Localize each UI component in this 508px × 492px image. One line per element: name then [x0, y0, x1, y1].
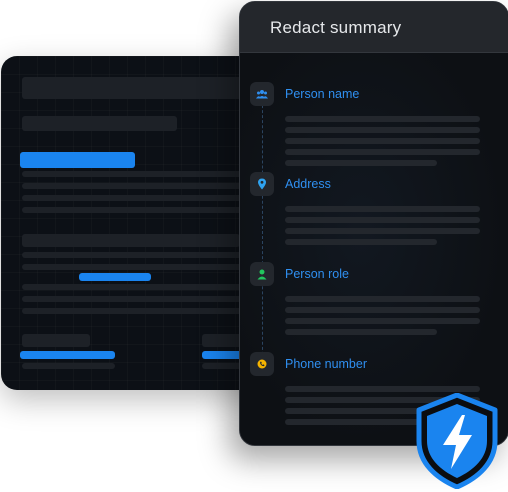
panel-body: Person name Address Person role Phone nu…: [240, 53, 508, 445]
document-text-line: [22, 195, 257, 201]
placeholder-line: [285, 206, 480, 212]
placeholder-line: [285, 296, 480, 302]
placeholder-line: [285, 160, 437, 166]
placeholder-line: [285, 239, 437, 245]
document-section-bar: [22, 234, 240, 247]
document-text-line: [22, 171, 257, 177]
placeholder-line: [285, 318, 480, 324]
document-text-line: [22, 207, 257, 213]
placeholder-line: [285, 127, 480, 133]
placeholder-line: [285, 116, 480, 122]
lightning-bolt-icon: [416, 392, 498, 490]
document-text-line: [22, 284, 257, 290]
placeholder-line: [285, 138, 480, 144]
shield-badge: [416, 392, 498, 490]
redacted-highlight: [20, 351, 115, 359]
section-label: Address: [285, 177, 331, 191]
location-pin-icon: [250, 172, 274, 196]
placeholder-line: [285, 307, 480, 313]
placeholder-line: [285, 329, 437, 335]
document-field-bar: [22, 334, 90, 347]
redacted-highlight: [79, 273, 151, 281]
placeholder-line: [285, 149, 480, 155]
placeholder-line: [285, 386, 480, 392]
person-icon: [250, 262, 274, 286]
document-text-line: [22, 296, 257, 302]
section-label: Person role: [285, 267, 349, 281]
redacted-highlight: [20, 152, 135, 168]
section-label: Person name: [285, 87, 360, 101]
placeholder-line: [285, 217, 480, 223]
panel-title: Redact summary: [270, 18, 402, 37]
document-text-line: [22, 183, 257, 189]
redact-summary-panel: Redact summary Person name Address Perso…: [239, 1, 508, 446]
placeholder-line: [285, 419, 437, 425]
placeholder-line: [285, 228, 480, 234]
section-label: Phone number: [285, 357, 368, 371]
document-subtitle-bar: [22, 116, 177, 131]
phone-icon: [250, 352, 274, 376]
document-text-line: [22, 363, 115, 369]
document-text-line: [22, 264, 257, 270]
panel-header: Redact summary: [240, 2, 508, 53]
people-icon: [250, 82, 274, 106]
document-title-bar: [22, 77, 262, 99]
document-text-line: [22, 252, 257, 258]
redaction-illustration: Redact summary Person name Address Perso…: [0, 0, 508, 492]
document-text-line: [22, 308, 257, 314]
timeline-connector: [262, 95, 263, 375]
